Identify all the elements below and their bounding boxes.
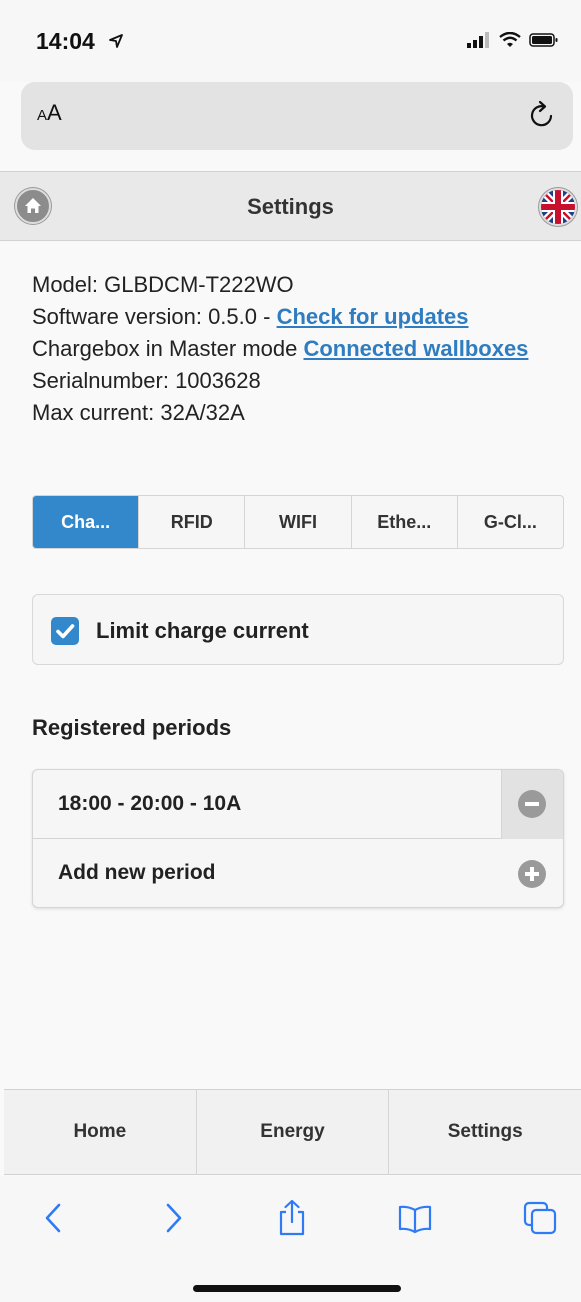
minus-icon [518,790,546,818]
connected-wallboxes-link[interactable]: Connected wallboxes [303,336,528,361]
serial-text: Serialnumber: 1003628 [32,368,261,393]
bookmarks-icon[interactable] [395,1198,435,1238]
limit-charge-label: Limit charge current [96,618,309,643]
add-new-period-button[interactable]: Add new period [33,839,563,907]
periods-list: 18:00 - 20:00 - 10A Add new period [32,769,564,908]
back-arrow-icon[interactable] [34,1198,74,1238]
software-version-line: Software version: 0.5.0 - Check for upda… [32,301,552,333]
software-version-text: Software version: 0.5.0 - [32,304,277,329]
battery-icon [529,33,558,47]
tab-wifi[interactable]: WIFI [245,496,352,548]
language-button[interactable] [539,188,577,226]
location-arrow-icon [109,34,123,48]
tab-charge[interactable]: Cha... [33,496,140,548]
tab-ethernet[interactable]: Ethe... [352,496,458,548]
settings-tabs: Cha... RFID WIFI Ethe... G-Cl... [32,495,564,549]
period-item[interactable]: 18:00 - 20:00 - 10A [33,770,563,839]
page-header: Settings [0,171,581,241]
nav-home[interactable]: Home [4,1090,197,1174]
check-updates-link[interactable]: Check for updates [277,304,469,329]
tabs-icon[interactable] [520,1198,560,1238]
home-indicator [193,1285,401,1292]
signal-icon [467,32,489,48]
address-bar[interactable]: AA [21,82,573,150]
remove-period-button[interactable] [501,770,563,839]
status-bar: 14:04 [0,0,581,82]
tab-rfid[interactable]: RFID [139,496,246,548]
reload-icon[interactable] [525,98,559,132]
mode-line: Chargebox in Master mode Connected wallb… [32,333,552,365]
period-text: 18:00 - 20:00 - 10A [58,792,242,815]
limit-charge-current-toggle[interactable]: Limit charge current [32,594,564,665]
status-time: 14:04 [36,28,95,54]
forward-arrow-icon[interactable] [153,1198,193,1238]
add-new-period-label: Add new period [58,861,216,884]
text-size-button[interactable]: AA [37,100,62,126]
checkmark-icon [56,624,75,639]
registered-periods-title: Registered periods [32,715,232,740]
max-current-text: Max current: 32A/32A [32,400,245,425]
share-icon[interactable] [272,1198,312,1238]
device-info: Model: GLBDCM-T222WO Software version: 0… [32,269,552,429]
plus-icon [518,860,546,888]
uk-flag-icon [541,190,575,224]
browser-toolbar [0,1176,581,1302]
nav-energy[interactable]: Energy [197,1090,390,1174]
tab-g-cloud[interactable]: G-Cl... [458,496,563,548]
model-text: Model: GLBDCM-T222WO [32,272,294,297]
mode-text: Chargebox in Master mode [32,336,304,361]
limit-charge-checkbox[interactable] [51,617,79,645]
wifi-icon [499,32,521,47]
bottom-nav: Home Energy Settings [4,1089,581,1175]
status-icons [467,32,559,48]
nav-settings[interactable]: Settings [389,1090,581,1174]
page-title: Settings [247,194,334,219]
